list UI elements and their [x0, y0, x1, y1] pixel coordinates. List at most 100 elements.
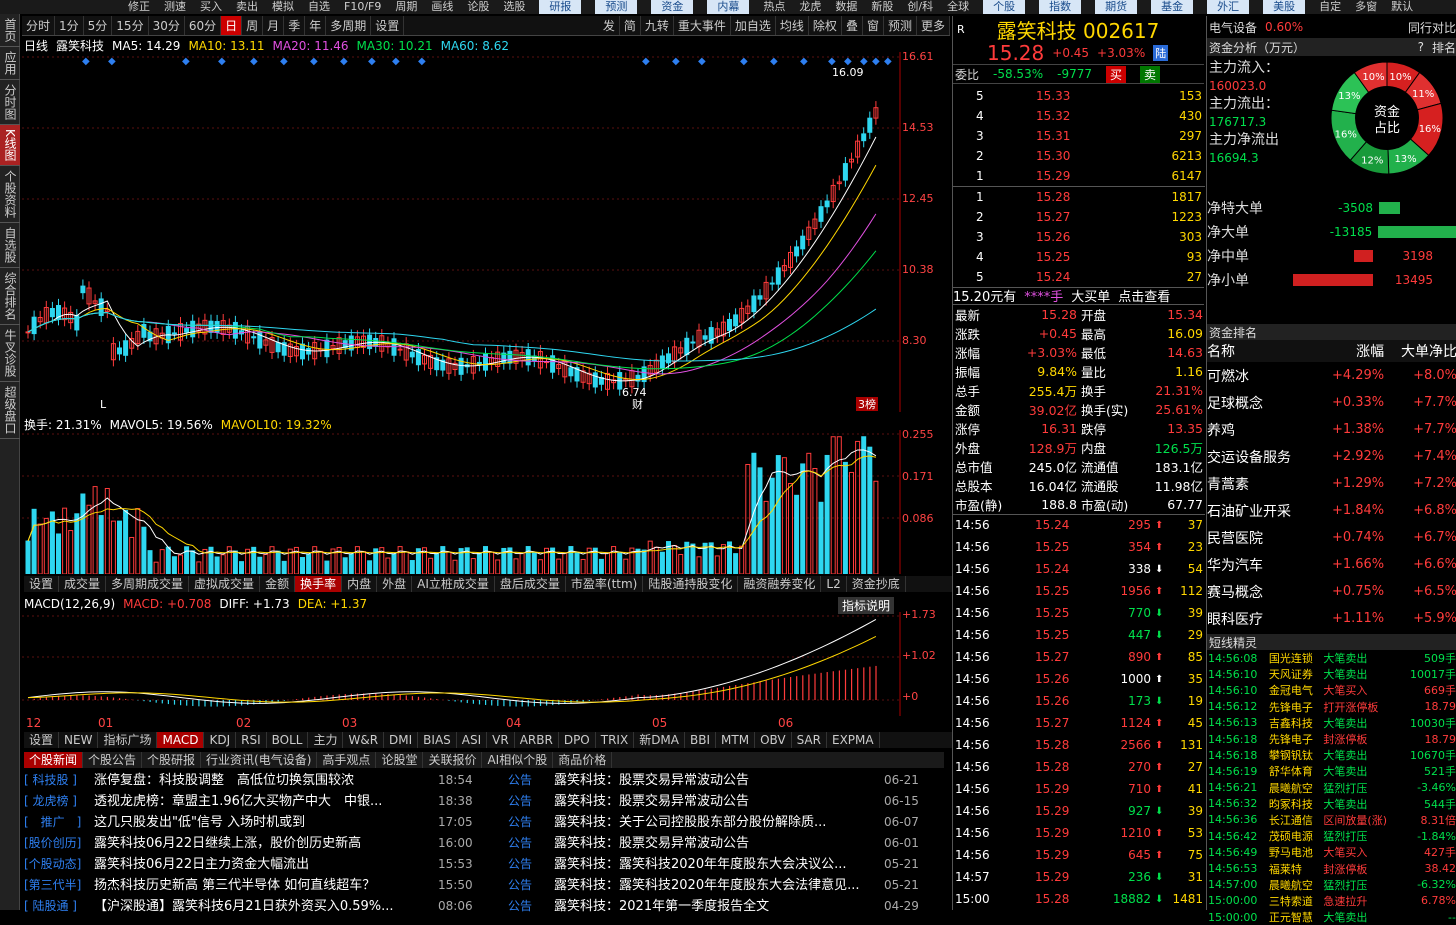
tab[interactable]: 主力: [308, 732, 343, 748]
rank-row[interactable]: 石油矿业开采+1.84%+6.8%: [1207, 497, 1456, 524]
rank-col[interactable]: 名称: [1207, 340, 1316, 362]
tab[interactable]: OBV: [755, 732, 792, 748]
toolbar-item[interactable]: 测速: [164, 0, 186, 14]
tab[interactable]: AI立桩成交量: [412, 576, 495, 592]
tab[interactable]: TRIX: [596, 732, 634, 748]
short-row[interactable]: 14:56:49野马电池大笔买入427手: [1207, 844, 1456, 860]
notice-title[interactable]: 露笑科技：股票交易异常波动公告: [554, 770, 884, 791]
tab[interactable]: 商品价格: [553, 752, 612, 768]
short-row[interactable]: 14:56:42茂硕电源猛烈打压-1.84%: [1207, 828, 1456, 844]
tab[interactable]: 论股堂: [376, 752, 423, 768]
tool-button[interactable]: 重大事件: [674, 16, 731, 35]
period-tab[interactable]: 分时: [22, 16, 55, 35]
tab[interactable]: NEW: [59, 732, 98, 748]
sector-name[interactable]: 电气设备: [1209, 19, 1257, 36]
news-title[interactable]: 【沪深股通】露笑科技6月21日获外资买入0.59%...: [94, 896, 438, 917]
tab[interactable]: BIAS: [418, 732, 457, 748]
volume-chart[interactable]: [22, 430, 902, 574]
toolbar-item[interactable]: 多窗: [1355, 0, 1377, 14]
help-icon[interactable]: ?: [1418, 40, 1424, 54]
tab[interactable]: 盘后成交量: [495, 576, 566, 592]
news-title[interactable]: 涨停复盘：科技股调整 高低位切换氛围较浓: [94, 770, 438, 791]
tab[interactable]: VR: [487, 732, 515, 748]
tool-button[interactable]: 加自选: [731, 16, 776, 35]
book-row[interactable]: 415.2593: [953, 247, 1205, 267]
toolbar-item[interactable]: 修正: [128, 0, 150, 14]
toolbar-item[interactable]: 基金: [1151, 0, 1193, 14]
tab[interactable]: 外盘: [377, 576, 412, 592]
sidebar-item[interactable]: 超级盘口: [0, 382, 20, 439]
rank-row[interactable]: 可燃冰+4.29%+8.0%: [1207, 362, 1456, 389]
tab[interactable]: 个股研报: [142, 752, 201, 768]
period-tab[interactable]: 季: [284, 16, 305, 35]
toolbar-item[interactable]: 全球: [947, 0, 969, 14]
notice-title[interactable]: 露笑科技：股票交易异常波动公告: [554, 791, 884, 812]
tab[interactable]: 成交量: [59, 576, 106, 592]
notice-title[interactable]: 露笑科技：股票交易异常波动公告: [554, 833, 884, 854]
short-row[interactable]: 14:56:08国光连锁大笔卖出509手: [1207, 650, 1456, 666]
toolbar-item[interactable]: 模拟: [272, 0, 294, 14]
short-row[interactable]: 15:00:00正元智慧大笔卖出--: [1207, 909, 1456, 925]
book-row[interactable]: 515.33153: [953, 86, 1205, 106]
rank-col[interactable]: 涨幅: [1316, 340, 1384, 362]
notice-title[interactable]: 露笑科技：露笑科技2020年年度股东大会决议公...: [554, 854, 884, 875]
period-tab[interactable]: 设置: [371, 16, 404, 35]
period-tab[interactable]: 1分: [55, 16, 84, 35]
tool-button[interactable]: 除权: [809, 16, 842, 35]
short-row[interactable]: 15:00:00三特索道急速拉升6.78%: [1207, 893, 1456, 909]
toolbar-item[interactable]: 自选: [308, 0, 330, 14]
tab[interactable]: 金额: [260, 576, 295, 592]
news-title[interactable]: 这几只股发出"低"信号 入场时机或到: [94, 812, 438, 833]
period-tab[interactable]: 60分: [185, 16, 221, 35]
kline-chart[interactable]: ◆◆◆◆◆◆◆◆◆◆◆◆◆◆◆◆◆◆◆◆◆◆16.096.74L财3榜: [22, 52, 950, 412]
toolbar-item[interactable]: 选股: [503, 0, 525, 14]
tab[interactable]: 多周期成交量: [106, 576, 189, 592]
news-row[interactable]: [个股动态]露笑科技06月22日主力资金大幅流出15:53公告露笑科技：露笑科技…: [24, 854, 944, 875]
tab[interactable]: 高手观点: [317, 752, 376, 768]
book-row[interactable]: 115.296147: [953, 166, 1205, 186]
news-row[interactable]: [ 科技股 ]涨停复盘：科技股调整 高低位切换氛围较浓18:54公告露笑科技：股…: [24, 770, 944, 791]
tool-button[interactable]: 简: [620, 16, 641, 35]
tab[interactable]: L2: [821, 576, 846, 592]
tab[interactable]: BBI: [685, 732, 716, 748]
toolbar-item[interactable]: 指数: [1039, 0, 1081, 14]
toolbar-item[interactable]: 画线: [431, 0, 453, 14]
rank-row[interactable]: 交运设备服务+2.92%+7.4%: [1207, 443, 1456, 470]
tab[interactable]: W&R: [343, 732, 384, 748]
news-row[interactable]: [ 陆股通 ]【沪深股通】露笑科技6月21日获外资买入0.59%...08:06…: [24, 896, 944, 917]
toolbar-item[interactable]: 研报: [539, 0, 581, 14]
peer-compare[interactable]: 同行对比: [1408, 19, 1456, 36]
tab[interactable]: 虚拟成交量: [189, 576, 260, 592]
news-title[interactable]: 露笑科技06月22日继续上涨，股价创历史新高: [94, 833, 438, 854]
tool-button[interactable]: 更多: [917, 16, 950, 35]
sidebar-item[interactable]: 牛叉诊股: [0, 325, 20, 382]
period-tab[interactable]: 日: [221, 16, 242, 35]
tab[interactable]: 内盘: [342, 576, 377, 592]
toolbar-item[interactable]: 买入: [200, 0, 222, 14]
sidebar-item[interactable]: 自选股: [0, 223, 20, 268]
short-row[interactable]: 14:56:18先锋电子封涨停板18.79: [1207, 731, 1456, 747]
book-row[interactable]: 215.271223: [953, 207, 1205, 227]
big-order-view[interactable]: 点击查看: [1118, 286, 1170, 305]
short-row[interactable]: 14:56:19舒华体育大笔卖出521手: [1207, 763, 1456, 779]
toolbar-item[interactable]: 卖出: [236, 0, 258, 14]
sidebar-item[interactable]: 个股资料: [0, 166, 20, 223]
rank-row[interactable]: 青蒿素+1.29%+7.2%: [1207, 470, 1456, 497]
toolbar-item[interactable]: 资金: [651, 0, 693, 14]
tab[interactable]: RSI: [236, 732, 267, 748]
short-row[interactable]: 14:56:53福莱特封涨停板38.42: [1207, 860, 1456, 876]
tool-button[interactable]: 叠: [842, 16, 863, 35]
rank-row[interactable]: 华为汽车+1.66%+6.6%: [1207, 551, 1456, 578]
tab[interactable]: AI相似个股: [482, 752, 553, 768]
rank-row[interactable]: 赛马概念+0.75%+6.5%: [1207, 578, 1456, 605]
tab[interactable]: ARBR: [515, 732, 559, 748]
news-row[interactable]: [第三代半]扬杰科技历史新高 第三代半导体 如何直线超车？15:50公告露笑科技…: [24, 875, 944, 896]
tab[interactable]: 融资融券变化: [738, 576, 821, 592]
news-row[interactable]: [股价创历]露笑科技06月22日继续上涨，股价创历史新高16:00公告露笑科技：…: [24, 833, 944, 854]
tab[interactable]: 个股公告: [83, 752, 142, 768]
tab[interactable]: 资金抄底: [847, 576, 906, 592]
toolbar-item[interactable]: 创/科: [907, 0, 933, 14]
book-row[interactable]: 515.2427: [953, 267, 1205, 287]
short-row[interactable]: 14:56:10天风证券大笔卖出10017手: [1207, 666, 1456, 682]
tab[interactable]: 行业资讯(电气设备): [201, 752, 317, 768]
